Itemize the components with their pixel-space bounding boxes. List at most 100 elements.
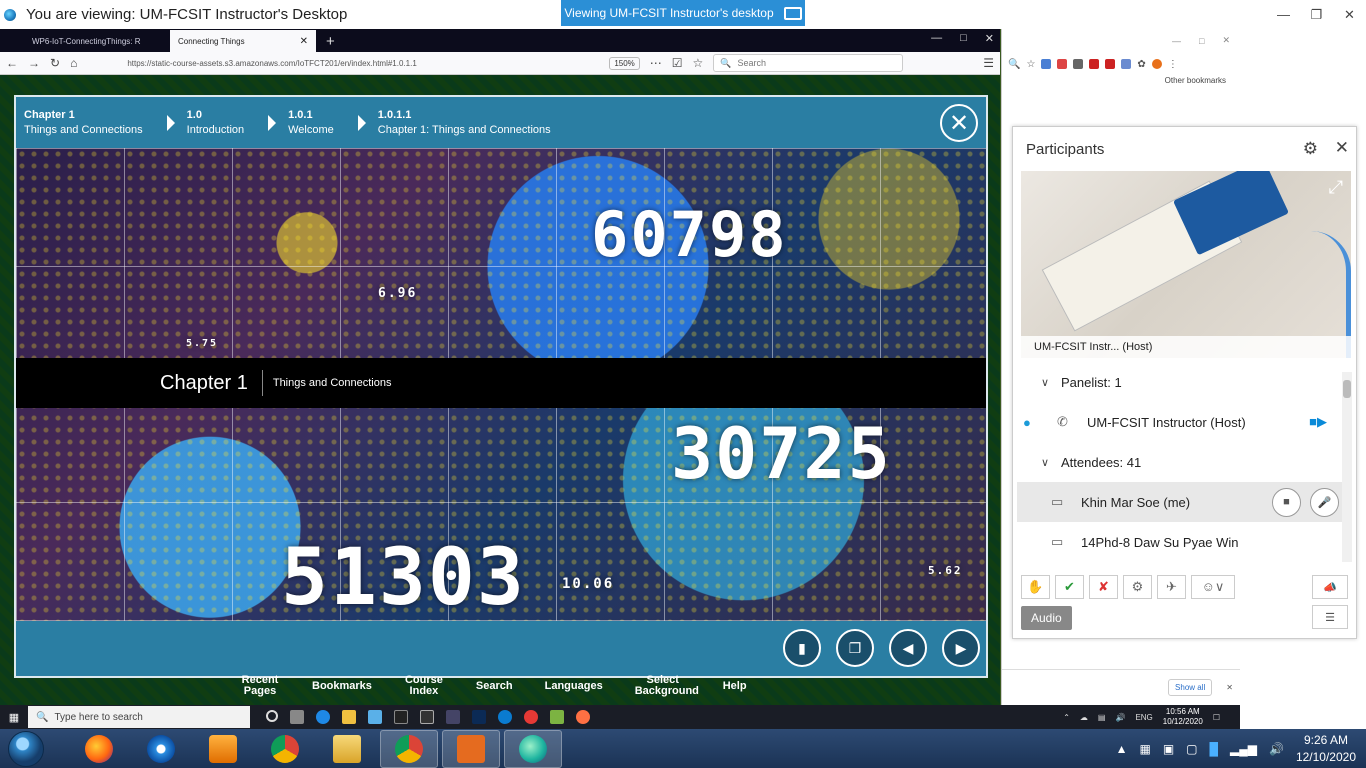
menu-bookmarks[interactable]: Bookmarks <box>312 681 372 697</box>
extension-icon[interactable] <box>1121 59 1132 69</box>
cross-icon[interactable]: ✘ <box>1089 575 1118 599</box>
acrobat-icon[interactable] <box>1105 59 1116 69</box>
app-icon[interactable] <box>550 710 564 724</box>
zoom-icon[interactable]: 🔍 <box>1008 59 1020 70</box>
participant-row[interactable]: ▭ Khin Mar Soe (me) ■ 🎤 <box>1017 482 1343 522</box>
chrome-maximize-icon[interactable]: □ <box>1199 36 1204 46</box>
raise-hand-icon[interactable]: ✋ <box>1021 575 1050 599</box>
extension-icon[interactable] <box>1041 59 1052 69</box>
breadcrumb-item[interactable]: 1.0 Introduction <box>187 108 244 138</box>
minimize-icon[interactable]: — <box>1267 0 1300 29</box>
mute-toggle-button[interactable]: 🎤 <box>1310 487 1339 517</box>
forward-icon[interactable]: → <box>28 56 40 70</box>
shared-clock[interactable]: 10:56 AM 10/12/2020 <box>1163 707 1203 727</box>
go-slower-icon[interactable]: ⚙ <box>1123 575 1152 599</box>
megaphone-icon[interactable]: 📣 <box>1312 575 1348 599</box>
attendee-group-header[interactable]: ∨ Attendees: 41 <box>1013 442 1343 482</box>
menu-search[interactable]: Search <box>476 681 513 697</box>
participant-row[interactable]: ● ✆ UM-FCSIT Instructor (Host) ■▶ <box>1013 402 1343 442</box>
host-video[interactable]: ⤢ UM-FCSIT Instr... (Host) <box>1021 171 1351 358</box>
bluetooth-icon[interactable]: █ <box>1210 742 1219 756</box>
expand-icon[interactable]: ⤢ <box>1329 177 1343 198</box>
firefox-icon[interactable] <box>576 710 590 724</box>
tray-app-icon[interactable]: ▣ <box>1163 742 1174 756</box>
sharing-banner[interactable]: Viewing UM-FCSIT Instructor's desktop <box>561 0 805 26</box>
menu-help[interactable]: Help <box>723 681 747 697</box>
back-icon[interactable]: ← <box>6 56 18 70</box>
library-icon[interactable]: ☰ <box>983 56 994 70</box>
list-menu-icon[interactable]: ☰ <box>1312 605 1348 629</box>
browser-minimize-icon[interactable]: — <box>931 32 942 45</box>
chrome-menu-icon[interactable]: ⋮ <box>1168 59 1178 70</box>
chrome-close-icon[interactable]: ✕ <box>1222 35 1230 46</box>
notification-icon[interactable]: ☐ <box>1213 713 1220 722</box>
taskbar-firefox[interactable] <box>70 730 128 768</box>
tray-app-icon[interactable]: ▢ <box>1186 742 1197 756</box>
volume-icon[interactable]: 🔊 <box>1269 742 1284 756</box>
previous-icon[interactable]: ◀ <box>889 629 927 667</box>
breadcrumb-item[interactable]: 1.0.1.1 Chapter 1: Things and Connection… <box>378 108 551 138</box>
tray-app-icon[interactable]: ▦ <box>1139 742 1150 756</box>
menu-course-index[interactable]: Course Index <box>404 675 444 697</box>
app-icon[interactable] <box>446 710 460 724</box>
restore-icon[interactable]: ❐ <box>1300 0 1333 29</box>
skype-icon[interactable] <box>498 710 512 724</box>
photoshop-icon[interactable] <box>472 710 486 724</box>
taskbar-pdf[interactable] <box>442 729 500 768</box>
browser-search-box[interactable]: 🔍 Search <box>713 54 904 72</box>
taskbar-chrome[interactable] <box>256 730 314 768</box>
gmail-icon[interactable] <box>1057 59 1068 69</box>
star-icon[interactable]: ☆ <box>1026 59 1035 70</box>
page-actions-icon[interactable]: ⋯ <box>650 56 662 70</box>
windows-start-icon[interactable]: ▦ <box>0 711 28 724</box>
browser-tab-active[interactable]: Connecting Things ✕ <box>170 30 316 52</box>
extension-icon[interactable] <box>1073 59 1084 69</box>
terminal-icon[interactable] <box>420 710 434 724</box>
participants-scrollbar[interactable] <box>1342 372 1352 562</box>
taskbar-chrome-2[interactable] <box>380 729 438 768</box>
signal-icon[interactable]: ▂▄▆ <box>1230 742 1257 756</box>
network-icon[interactable]: ▤ <box>1098 713 1106 722</box>
menu-recent-pages[interactable]: Recent Pages <box>240 675 280 697</box>
taskbar-ie[interactable] <box>132 730 190 768</box>
file-explorer-icon[interactable] <box>342 710 356 724</box>
go-faster-icon[interactable]: ✈ <box>1157 575 1186 599</box>
breadcrumb-item[interactable]: 1.0.1 Welcome <box>288 108 334 138</box>
close-icon[interactable]: ✕ <box>1333 0 1366 29</box>
onedrive-icon[interactable]: ☁ <box>1080 713 1088 722</box>
cortana-icon[interactable] <box>266 710 278 722</box>
other-bookmarks[interactable]: Other bookmarks <box>1165 76 1226 85</box>
close-icon[interactable]: ✕ <box>1335 138 1349 158</box>
panelist-group-header[interactable]: ∨ Panelist: 1 <box>1013 362 1343 402</box>
new-tab-icon[interactable]: + <box>326 30 335 52</box>
bookmark-star-icon[interactable]: ☆ <box>693 56 704 70</box>
bookmark-icon[interactable]: ❐ <box>836 629 874 667</box>
chrome-minimize-icon[interactable]: — <box>1172 36 1181 46</box>
emoji-icon[interactable]: ☺∨ <box>1191 575 1235 599</box>
scrollbar-thumb[interactable] <box>1343 380 1351 398</box>
menu-languages[interactable]: Languages <box>545 681 603 697</box>
check-icon[interactable]: ✔ <box>1055 575 1084 599</box>
close-modal-button[interactable]: ✕ <box>940 104 978 142</box>
language-indicator[interactable]: ENG <box>1135 713 1152 722</box>
edge-icon[interactable] <box>316 710 330 724</box>
system-clock[interactable]: 9:26 AM 12/10/2020 <box>1296 732 1356 766</box>
gear-icon[interactable]: ⚙ <box>1303 139 1318 159</box>
profile-avatar[interactable] <box>1151 59 1162 69</box>
next-icon[interactable]: ▶ <box>942 629 980 667</box>
taskbar-explorer[interactable] <box>318 730 376 768</box>
tray-expand-icon[interactable]: ⌃ <box>1063 713 1070 722</box>
breadcrumb-item[interactable]: Chapter 1 Things and Connections <box>24 108 143 138</box>
pocket-icon[interactable]: ☑ <box>672 56 683 70</box>
browser-tab[interactable]: WP6-IoT-ConnectingThings: R <box>24 30 170 52</box>
terminal-icon[interactable] <box>394 710 408 724</box>
notes-icon[interactable] <box>368 710 382 724</box>
tab-close-icon[interactable]: ✕ <box>300 36 308 47</box>
taskbar-media[interactable] <box>194 730 252 768</box>
show-all-button[interactable]: Show all <box>1168 679 1213 696</box>
puzzle-icon[interactable]: ✿ <box>1137 59 1145 70</box>
start-orb-icon[interactable] <box>8 730 44 767</box>
taskbar-search-box[interactable]: 🔍 Type here to search <box>28 706 250 728</box>
audio-button[interactable]: Audio <box>1021 606 1072 630</box>
menu-select-background[interactable]: Select Background <box>635 675 699 697</box>
